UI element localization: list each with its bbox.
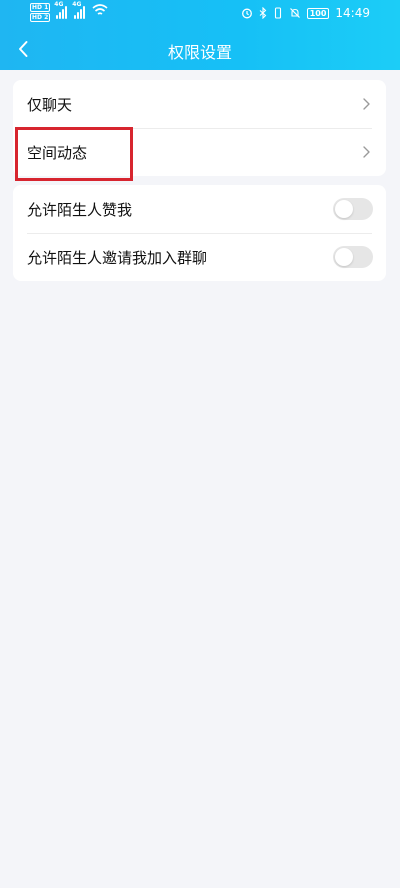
hd-indicators: HD 1 HD 2 (30, 3, 51, 22)
row-allow-stranger-group-invite: 允许陌生人邀请我加入群聊 (13, 233, 386, 281)
allow-stranger-group-invite-toggle[interactable] (333, 246, 373, 268)
mute-bell-icon (289, 8, 300, 18)
row-allow-stranger-likes: 允许陌生人赞我 (13, 185, 386, 233)
app-header: HD 1 HD 2 4G 4G 100 14:49 权限设置 (0, 0, 400, 70)
bluetooth-icon (259, 7, 266, 19)
status-bar: HD 1 HD 2 4G 4G 100 14:49 (0, 0, 400, 28)
allow-stranger-likes-toggle[interactable] (333, 198, 373, 220)
toggle-knob (335, 200, 353, 218)
signal-2-icon: 4G (72, 1, 86, 19)
settings-card-1: 仅聊天 空间动态 (13, 80, 386, 176)
status-bar-right: 100 14:49 (241, 6, 370, 20)
alarm-icon (241, 8, 252, 19)
row-chat-only[interactable]: 仅聊天 (13, 80, 386, 128)
row-label: 仅聊天 (27, 95, 73, 114)
settings-card-2: 允许陌生人赞我 允许陌生人邀请我加入群聊 (13, 185, 386, 281)
row-label: 允许陌生人邀请我加入群聊 (27, 248, 208, 267)
hd-1-badge: HD 1 (30, 3, 51, 12)
battery-indicator: 100 (306, 7, 330, 19)
chevron-right-icon (363, 146, 370, 158)
hd-2-badge: HD 2 (30, 13, 51, 22)
toggle-knob (335, 248, 353, 266)
row-label: 允许陌生人赞我 (27, 200, 133, 219)
page-title: 权限设置 (167, 43, 232, 62)
row-label: 空间动态 (27, 143, 88, 162)
chevron-right-icon (363, 98, 370, 110)
status-time: 14:49 (335, 6, 370, 20)
network-tag-1: 4G (54, 1, 64, 8)
vibrate-icon (274, 7, 281, 19)
status-bar-left: HD 1 HD 2 4G 4G (30, 1, 108, 22)
title-bar: 权限设置 (0, 28, 400, 70)
network-tag-2: 4G (72, 1, 82, 8)
row-space-feed[interactable]: 空间动态 (13, 128, 386, 176)
signal-1-icon: 4G (54, 1, 68, 19)
wifi-icon (92, 4, 108, 15)
